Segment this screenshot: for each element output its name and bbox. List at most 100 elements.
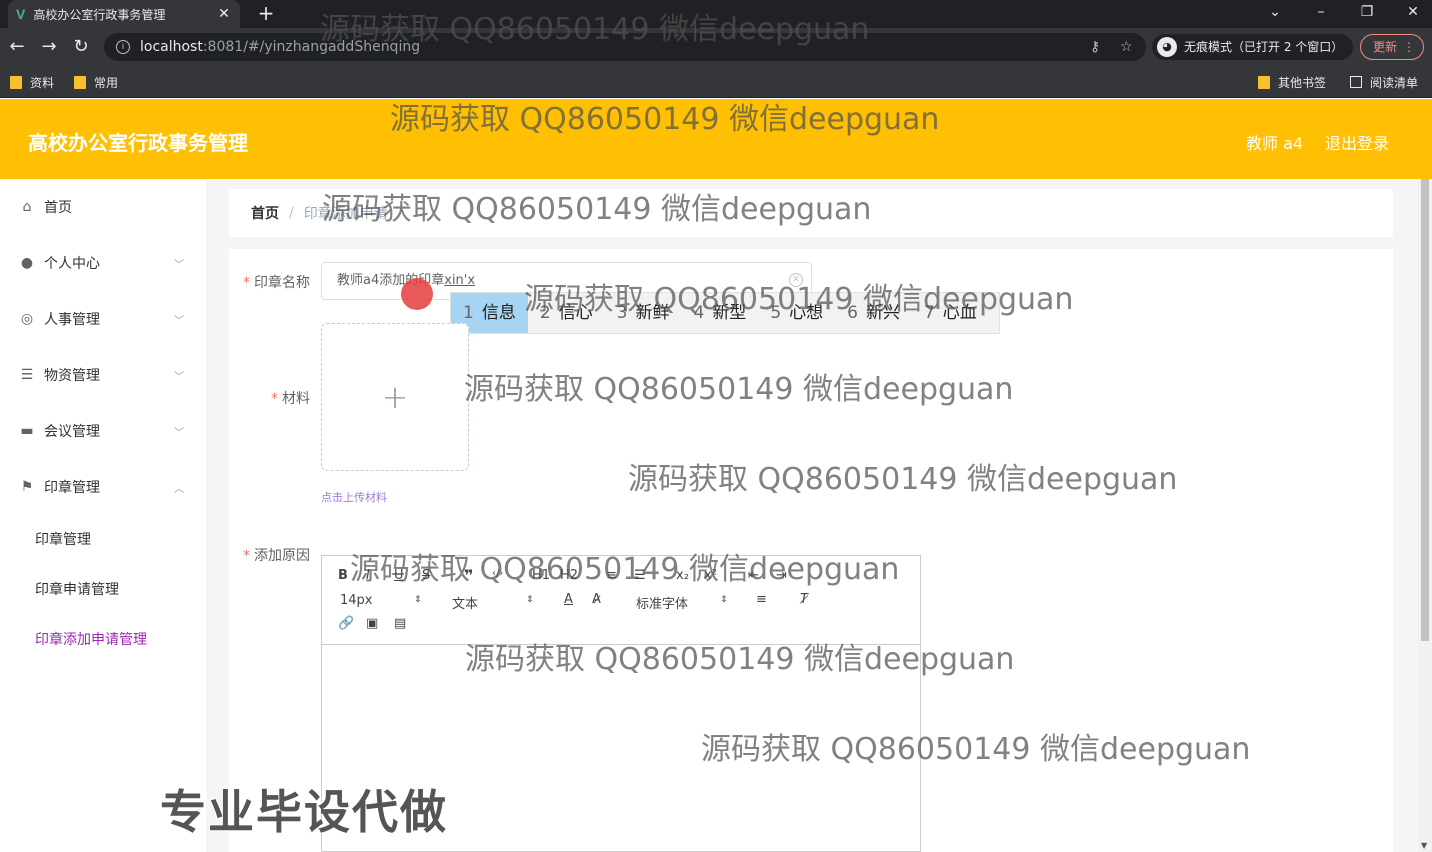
watermark-big: 专业毕设代做 bbox=[160, 785, 448, 839]
font-color-icon[interactable]: A bbox=[564, 592, 573, 607]
font-size-value: 14px bbox=[340, 593, 373, 608]
url-input[interactable]: i localhost:8081/#/yinzhangaddShenqing ⚷… bbox=[104, 33, 1146, 61]
reason-label: * 添加原因 bbox=[240, 545, 310, 565]
select-arrows-icon: ⇕ bbox=[526, 595, 534, 605]
url-host: localhost bbox=[140, 39, 203, 55]
page-scrollbar[interactable]: ▼ bbox=[1418, 179, 1432, 852]
seal-name-label: * 印章名称 bbox=[240, 272, 310, 292]
sidebar-item-seal[interactable]: ⚑ 印章管理 ︿ bbox=[0, 459, 206, 515]
sidebar-item-home[interactable]: ⌂ 首页 bbox=[0, 179, 206, 235]
sidebar-item-label: 首页 bbox=[44, 200, 72, 216]
font-size-select[interactable]: 14px ⇕ bbox=[340, 593, 424, 608]
sidebar-subitem-seal-manage[interactable]: 印章管理 bbox=[0, 515, 206, 565]
breadcrumb-current: 印章添加申请 bbox=[303, 206, 388, 222]
blockquote-icon[interactable]: ❞ bbox=[464, 566, 473, 585]
compass-icon: ◎ bbox=[20, 311, 34, 327]
minimize-icon[interactable]: – bbox=[1306, 2, 1336, 22]
key-icon[interactable]: ⚷ bbox=[1090, 33, 1100, 61]
reading-list[interactable]: 阅读清单 bbox=[1350, 73, 1418, 91]
browser-tab[interactable]: V 高校办公室行政事务管理 ✕ bbox=[8, 0, 240, 28]
tab-close-icon[interactable]: ✕ bbox=[216, 6, 232, 22]
sidebar-item-label: 人事管理 bbox=[44, 312, 100, 328]
bookmark-folder[interactable]: 资料 bbox=[10, 73, 54, 91]
ime-candidate[interactable]: 5 心想 bbox=[758, 293, 835, 333]
font-family-value: 标准字体 bbox=[636, 597, 689, 612]
link-icon[interactable]: 🔗 bbox=[338, 616, 354, 631]
other-bookmarks[interactable]: 其他书签 bbox=[1258, 73, 1326, 91]
header1-icon[interactable]: H1 bbox=[532, 568, 550, 583]
update-label: 更新 bbox=[1373, 40, 1398, 54]
header-type-select[interactable]: 文本 ⇕ bbox=[452, 593, 536, 612]
ime-candidate[interactable]: 4 新型 bbox=[681, 293, 758, 333]
forward-icon[interactable]: → bbox=[38, 36, 60, 58]
new-tab-button[interactable]: + bbox=[256, 2, 276, 24]
italic-icon[interactable]: I bbox=[366, 568, 370, 583]
code-block-icon[interactable]: ‹/› bbox=[492, 568, 503, 579]
outdent-icon[interactable]: ⇤ bbox=[748, 568, 759, 583]
ordered-list-icon[interactable]: ≡ bbox=[606, 568, 617, 583]
sidebar-subitem-seal-apply[interactable]: 印章申请管理 bbox=[0, 565, 206, 615]
strike-icon[interactable]: S bbox=[422, 568, 430, 583]
info-icon[interactable]: i bbox=[116, 40, 130, 54]
material-upload[interactable]: + bbox=[321, 323, 469, 471]
chevron-down-icon: ﹀ bbox=[174, 371, 184, 383]
menu-dots-icon[interactable]: ⋮ bbox=[1403, 35, 1415, 59]
superscript-icon[interactable]: x² bbox=[704, 568, 717, 583]
ime-candidate-text: 新鲜 bbox=[635, 303, 670, 323]
tab-title: 高校办公室行政事务管理 bbox=[33, 7, 166, 22]
restore-icon[interactable]: ❐ bbox=[1352, 2, 1382, 22]
image-icon[interactable]: ▣ bbox=[366, 616, 378, 631]
sidebar-item-hr[interactable]: ◎ 人事管理 ﹀ bbox=[0, 291, 206, 347]
incognito-badge[interactable]: ◕ 无痕模式（已打开 2 个窗口） bbox=[1152, 34, 1354, 60]
ime-candidate-text: 心血 bbox=[942, 303, 977, 323]
header-type-value: 文本 bbox=[452, 597, 479, 612]
breadcrumb-home[interactable]: 首页 bbox=[251, 203, 279, 223]
scroll-down-arrow-icon[interactable]: ▼ bbox=[1421, 841, 1427, 850]
background-color-icon[interactable]: A̷ bbox=[592, 592, 601, 607]
font-family-select[interactable]: 标准字体 ⇕ bbox=[636, 593, 730, 612]
sidebar-item-personal[interactable]: ● 个人中心 ﹀ bbox=[0, 235, 206, 291]
video-icon[interactable]: ▤ bbox=[394, 616, 406, 631]
ime-candidate[interactable]: 2 信心 bbox=[528, 293, 605, 333]
ime-candidate-number: 4 bbox=[693, 303, 705, 323]
ime-candidate[interactable]: 7 心血 bbox=[912, 293, 989, 333]
close-icon[interactable]: ✕ bbox=[1398, 2, 1428, 22]
sidebar-item-label: 个人中心 bbox=[44, 256, 100, 272]
bookmark-folder[interactable]: 常用 bbox=[74, 73, 118, 91]
flag-icon: ⚑ bbox=[20, 479, 34, 495]
bullet-list-icon[interactable]: ☰ bbox=[634, 568, 646, 583]
clean-format-icon[interactable]: T̷ bbox=[800, 592, 808, 607]
home-icon: ⌂ bbox=[22, 199, 32, 215]
ime-candidate-bar: 1 信息 2 信心 3 新鲜 4 新型 5 心想 6 新兴 7 心血 bbox=[450, 292, 1000, 334]
sidebar-item-meeting[interactable]: ▬ 会议管理 ﹀ bbox=[0, 403, 206, 459]
sidebar-item-materials[interactable]: ☰ 物资管理 ﹀ bbox=[0, 347, 206, 403]
clear-icon[interactable]: ✕ bbox=[789, 273, 803, 287]
list-icon: ☰ bbox=[20, 367, 34, 383]
subscript-icon[interactable]: x₂ bbox=[676, 568, 689, 583]
bold-icon[interactable]: B bbox=[338, 568, 348, 583]
star-icon[interactable]: ☆ bbox=[1120, 33, 1133, 61]
sidebar-item-label: 会议管理 bbox=[44, 424, 100, 440]
scrollbar-thumb[interactable] bbox=[1421, 179, 1429, 641]
seal-name-composing: xin'x bbox=[444, 273, 476, 288]
align-icon[interactable]: ≡ bbox=[756, 592, 767, 607]
indent-icon[interactable]: ⇥ bbox=[776, 568, 787, 583]
update-button[interactable]: 更新 ⋮ bbox=[1360, 34, 1424, 60]
header2-icon[interactable]: H2 bbox=[560, 568, 578, 583]
ime-candidate-text: 信心 bbox=[558, 303, 593, 323]
user-icon: ● bbox=[20, 255, 34, 271]
tab-search-chevron-down-icon[interactable]: ⌄ bbox=[1260, 2, 1290, 22]
ime-candidate-number: 7 bbox=[923, 303, 935, 323]
logout-link[interactable]: 退出登录 bbox=[1325, 130, 1389, 154]
ime-candidate[interactable]: 3 新鲜 bbox=[605, 293, 682, 333]
back-icon[interactable]: ← bbox=[6, 36, 28, 58]
ime-candidate-text: 信息 bbox=[481, 303, 516, 323]
ime-candidate-number: 1 bbox=[463, 303, 474, 323]
underline-icon[interactable]: U bbox=[394, 568, 404, 583]
bookmark-label: 常用 bbox=[94, 75, 119, 90]
sidebar-item-label: 物资管理 bbox=[44, 368, 100, 384]
reload-icon[interactable]: ↻ bbox=[70, 36, 92, 58]
sidebar-subitem-seal-add-apply[interactable]: 印章添加申请管理 bbox=[0, 615, 206, 665]
ime-candidate[interactable]: 6 新兴 bbox=[835, 293, 912, 333]
required-mark: * bbox=[243, 548, 250, 564]
